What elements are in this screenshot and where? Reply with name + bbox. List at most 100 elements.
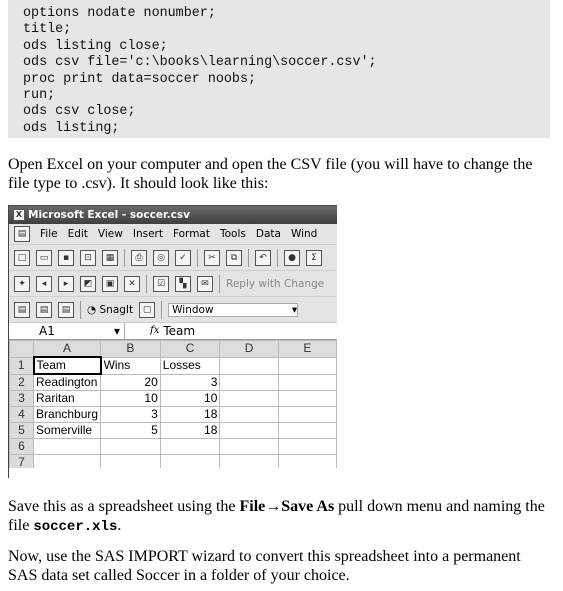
document-icon: ▤ — [14, 226, 30, 242]
window-title: Microsoft Excel - soccer.csv — [28, 209, 190, 221]
paragraph-open-excel: Open Excel on your computer and open the… — [8, 156, 533, 192]
cell-E3[interactable] — [277, 390, 337, 407]
cut-icon[interactable]: ✂ — [204, 249, 220, 266]
menu-format[interactable]: Format — [173, 228, 210, 240]
row-header[interactable]: 1 — [9, 356, 35, 375]
send-mail-icon[interactable]: ✉ — [197, 275, 213, 292]
formula-input[interactable]: Team — [163, 323, 195, 339]
cell-C3[interactable]: 10 — [159, 390, 221, 407]
table-row: 5 Somerville 5 18 — [9, 422, 337, 439]
fx-icon[interactable]: fx — [125, 323, 163, 339]
select-all-corner[interactable] — [9, 340, 35, 358]
menu-tools[interactable]: Tools — [220, 228, 246, 240]
research-icon[interactable]: ▦ — [102, 249, 118, 266]
cell-C6[interactable] — [159, 438, 221, 455]
menu-wind[interactable]: Wind — [291, 228, 317, 240]
track-changes-icon[interactable]: ☑ — [153, 275, 169, 292]
snagit-toolbar: ▤ ▤ ▤ ◔ SnagIt ▢ Window ▾ — [9, 297, 337, 323]
cell-B5[interactable]: 5 — [100, 422, 161, 439]
cell-B2[interactable]: 20 — [100, 373, 161, 391]
spreadsheet-grid: A B C D E 1 Team Wins Losses 2 Readington 20 3 3 Rarit… — [9, 340, 337, 471]
cell-A1[interactable]: Team — [32, 356, 102, 375]
autosum-icon[interactable]: Σ — [306, 249, 322, 266]
cell-E4[interactable] — [277, 406, 337, 423]
menu-view[interactable]: View — [98, 228, 123, 240]
permission-icon[interactable]: ⊡ — [80, 249, 96, 266]
reply-with-changes-button[interactable]: Reply with Change — [226, 278, 324, 290]
cell-B3[interactable]: 10 — [100, 390, 161, 407]
cell-E1[interactable] — [277, 356, 337, 375]
cell-B6[interactable] — [100, 438, 161, 455]
cell-D2[interactable] — [219, 373, 279, 391]
next-comment-icon[interactable]: ▸ — [58, 275, 74, 292]
cell-A4[interactable]: Branchburg — [33, 406, 102, 423]
window-select[interactable]: Window ▾ — [168, 302, 299, 317]
pdf-email-icon[interactable]: ▤ — [36, 301, 52, 318]
paragraph-import: Now, use the SAS IMPORT wizard to conver… — [8, 548, 521, 584]
table-row: 3 Raritan 10 10 — [9, 390, 337, 407]
pdf-icon[interactable]: ▤ — [14, 301, 30, 318]
formula-bar: A1 ▾ fx Team — [9, 323, 337, 340]
chevron-down-icon: ▾ — [291, 303, 298, 316]
excel-icon: X — [13, 209, 25, 221]
column-header-D[interactable]: D — [219, 340, 279, 358]
cell-D6[interactable] — [219, 438, 279, 455]
prev-comment-icon[interactable]: ◂ — [36, 275, 52, 292]
standard-toolbar: □ ▭ ▪ ⊡ ▦ ⎙ ◎ ✓ ✂ ⧉ ↶ ● Σ — [9, 245, 337, 271]
cell-D1[interactable] — [219, 356, 279, 375]
cell-A6[interactable] — [33, 438, 102, 455]
cell-A3[interactable]: Raritan — [33, 390, 102, 407]
open-icon[interactable]: ▭ — [36, 249, 52, 266]
column-header-A[interactable]: A — [33, 340, 102, 358]
cell-E2[interactable] — [277, 373, 337, 391]
code-block: options nodate nonumber; title; ods listin… — [8, 0, 550, 138]
cell-A5[interactable]: Somerville — [33, 422, 102, 439]
name-box[interactable]: A1 ▾ — [9, 323, 125, 339]
cell-C1[interactable]: Losses — [159, 356, 221, 375]
menu-edit[interactable]: Edit — [68, 228, 88, 240]
snagit-settings-icon[interactable]: ▢ — [139, 301, 156, 318]
copy-icon[interactable]: ⧉ — [226, 249, 242, 266]
print-preview-icon[interactable]: ◎ — [153, 249, 169, 266]
column-header-B[interactable]: B — [100, 340, 161, 358]
row-header[interactable]: 4 — [9, 406, 35, 423]
menu-insert[interactable]: Insert — [133, 228, 163, 240]
menu-file[interactable]: File — [40, 228, 58, 240]
code-line: proc print data=soccer noobs; — [23, 71, 257, 87]
column-header-E[interactable]: E — [277, 340, 337, 358]
print-icon[interactable]: ⎙ — [131, 249, 147, 266]
delete-comment-icon[interactable]: ✕ — [124, 275, 140, 292]
row-header[interactable]: 6 — [9, 438, 35, 455]
name-box-value: A1 — [39, 324, 55, 338]
cell-D5[interactable] — [219, 422, 279, 439]
cell-C5[interactable]: 18 — [159, 422, 221, 439]
cell-B4[interactable]: 3 — [100, 406, 161, 423]
row-header[interactable]: 2 — [9, 373, 35, 391]
undo-icon[interactable]: ↶ — [255, 249, 271, 266]
column-header-C[interactable]: C — [159, 340, 221, 358]
hyperlink-icon[interactable]: ● — [284, 249, 300, 266]
cell-C4[interactable]: 18 — [159, 406, 221, 423]
new-icon[interactable]: □ — [14, 249, 30, 266]
text: Save this as a spreadsheet using the — [8, 498, 240, 515]
update-file-icon[interactable]: ▚ — [175, 275, 191, 292]
row-header[interactable]: 3 — [9, 390, 35, 407]
cell-D3[interactable] — [219, 390, 279, 407]
cell-E5[interactable] — [277, 422, 337, 439]
new-comment-icon[interactable]: ✦ — [14, 275, 30, 292]
snagit-button[interactable]: ◔ SnagIt — [87, 304, 133, 316]
save-icon[interactable]: ▪ — [58, 249, 74, 266]
show-comment-icon[interactable]: ◩ — [80, 275, 96, 292]
show-all-comments-icon[interactable]: ▣ — [102, 275, 118, 292]
cell-B1[interactable]: Wins — [100, 356, 161, 375]
cell-E6[interactable] — [277, 438, 337, 455]
cell-C2[interactable]: 3 — [159, 373, 221, 391]
spelling-icon[interactable]: ✓ — [175, 249, 191, 266]
code-line: ods listing close; — [23, 38, 168, 54]
name-box-dropdown-icon[interactable]: ▾ — [114, 323, 124, 339]
pdf-review-icon[interactable]: ▤ — [58, 301, 74, 318]
cell-D4[interactable] — [219, 406, 279, 423]
cell-A2[interactable]: Readington — [33, 373, 102, 391]
menu-data[interactable]: Data — [256, 228, 281, 240]
row-header[interactable]: 5 — [9, 422, 35, 439]
